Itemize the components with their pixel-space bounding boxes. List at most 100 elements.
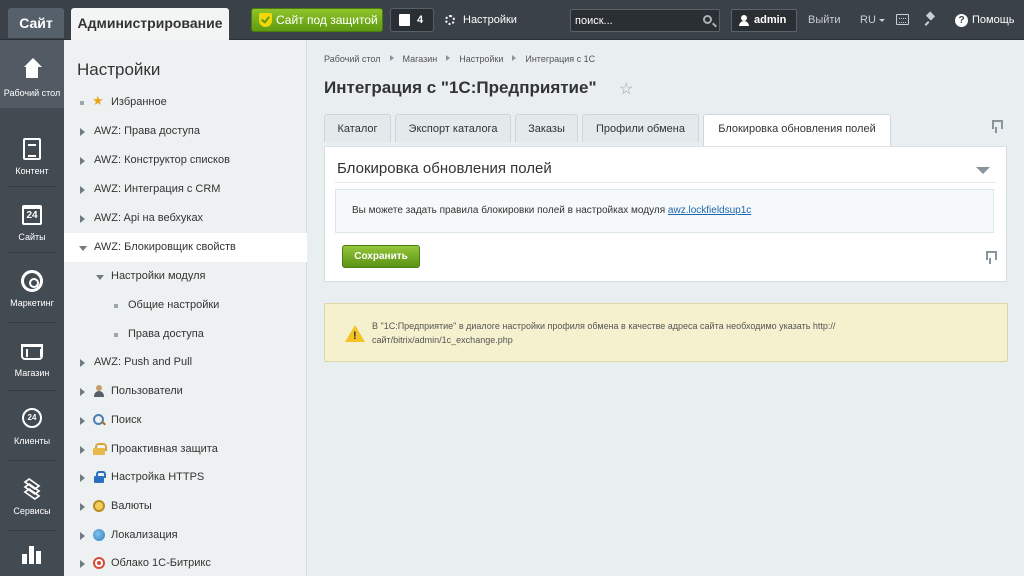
notifications-button[interactable]: 4 <box>390 8 434 32</box>
tree-item-module-settings[interactable]: Настройки модуля <box>64 262 307 291</box>
tree-item-label: Настройки модуля <box>111 270 206 282</box>
chevron-right-icon[interactable] <box>80 446 85 454</box>
tree-item-localization[interactable]: Локализация <box>64 521 307 550</box>
tree-item-label: Поиск <box>111 414 142 426</box>
user-icon <box>93 385 105 397</box>
pin-icon[interactable] <box>926 13 935 26</box>
pin-icon[interactable] <box>991 120 1003 133</box>
chevron-right-icon[interactable] <box>80 532 85 540</box>
chevron-down-icon[interactable] <box>79 246 87 251</box>
main-content: Рабочий стол Магазин Настройки Интеграция с… <box>308 40 1024 576</box>
cloud-icon <box>93 557 105 569</box>
tree-item-general-settings[interactable]: Общие настройки <box>64 291 307 320</box>
chevron-right-icon[interactable] <box>80 359 85 367</box>
chevron-right-icon[interactable] <box>80 388 85 396</box>
tree-item-proactive-protection[interactable]: Проактивная защита <box>64 435 307 464</box>
tree-item-awz-lists[interactable]: AWZ: Конструктор списков <box>64 146 307 175</box>
collapse-icon[interactable] <box>976 167 990 174</box>
warning-text-line1: В "1С:Предприятие" в диалоге настройки п… <box>372 321 836 331</box>
chevron-right-icon[interactable] <box>80 503 85 511</box>
rail-item-label: Магазин <box>14 368 50 378</box>
tree-item-label: Общие настройки <box>128 299 220 311</box>
favorite-star-icon[interactable]: ☆ <box>619 79 633 99</box>
settings-button[interactable]: Настройки <box>444 8 517 32</box>
target-icon <box>21 270 43 292</box>
tree-item-favorites[interactable]: ★ Избранное <box>64 88 307 117</box>
document-icon <box>23 138 41 160</box>
chevron-right-icon[interactable] <box>80 215 85 223</box>
rail-item-shop[interactable]: Магазин <box>0 326 64 394</box>
chevron-down-icon[interactable] <box>96 275 104 280</box>
tree-item-awz-push[interactable]: AWZ: Push and Pull <box>64 348 307 377</box>
rail-divider <box>8 186 56 187</box>
tab-field-lock[interactable]: Блокировка обновления полей <box>703 114 891 147</box>
rail-item-clients[interactable]: 24 Клиенты <box>0 394 64 462</box>
layers-icon <box>21 478 43 500</box>
rail-item-sites[interactable]: 24 Сайты <box>0 190 64 258</box>
clients-icon: 24 <box>22 408 42 428</box>
rail-divider <box>8 390 56 391</box>
tab-orders[interactable]: Заказы <box>515 114 578 142</box>
rail-item-analytics[interactable] <box>0 534 64 576</box>
tab-exchange-profiles[interactable]: Профили обмена <box>582 114 699 142</box>
breadcrumb-item-shop[interactable]: Магазин <box>403 54 438 64</box>
save-button[interactable]: Сохранить <box>342 245 420 268</box>
logout-link[interactable]: Выйти <box>808 8 841 32</box>
left-rail: Рабочий стол Контент 24 Сайты Маркетинг … <box>0 40 64 576</box>
tree-item-awz-crm[interactable]: AWZ: Интеграция с CRM <box>64 175 307 204</box>
chevron-right-icon[interactable] <box>80 186 85 194</box>
site-protected-button[interactable]: Сайт под защитой <box>251 8 383 32</box>
tree-item-label: AWZ: Блокировщик свойств <box>94 241 236 253</box>
tree-item-access-rights[interactable]: Права доступа <box>64 320 307 349</box>
breadcrumb-item-settings[interactable]: Настройки <box>459 54 503 64</box>
tree-item-currencies[interactable]: Валюты <box>64 492 307 521</box>
warning-icon <box>345 325 365 343</box>
rail-item-content[interactable]: Контент <box>0 124 64 192</box>
site-tab[interactable]: Сайт <box>8 8 64 38</box>
pin-icon[interactable] <box>985 251 997 264</box>
chevron-right-icon[interactable] <box>80 474 85 482</box>
tree-item-label: AWZ: Api на вебхуках <box>94 212 204 224</box>
user-button[interactable]: admin <box>731 9 797 32</box>
chevron-right-icon[interactable] <box>80 128 85 136</box>
tree-item-awz-blocker[interactable]: AWZ: Блокировщик свойств <box>64 233 307 262</box>
tree-item-label: Права доступа <box>128 328 204 340</box>
tree-item-search[interactable]: Поиск <box>64 406 307 435</box>
rail-divider <box>8 252 56 253</box>
breadcrumb-item-desktop[interactable]: Рабочий стол <box>324 54 381 64</box>
module-link[interactable]: awz.lockfieldsup1c <box>668 205 751 216</box>
rail-item-label: Клиенты <box>13 436 51 446</box>
settings-label: Настройки <box>463 14 517 26</box>
bullet-icon <box>114 304 118 308</box>
home-icon <box>23 58 42 80</box>
chevron-right-icon[interactable] <box>80 560 85 568</box>
search-icon[interactable] <box>703 15 712 24</box>
tree-item-label: Облако 1С-Битрикс <box>111 557 211 569</box>
tree-item-https[interactable]: Настройка HTTPS <box>64 463 307 492</box>
tree-item-users[interactable]: Пользователи <box>64 377 307 406</box>
tree-item-cloud[interactable]: Облако 1С-Битрикс <box>64 549 307 576</box>
tree-item-label: Валюты <box>111 500 152 512</box>
field-lock-panel: Блокировка обновления полей Вы можете за… <box>324 146 1007 282</box>
help-button[interactable]: ? Помощь <box>955 8 1015 32</box>
tree-title: Настройки <box>77 60 161 79</box>
admin-tab[interactable]: Администрирование <box>71 8 229 40</box>
rail-item-services[interactable]: Сервисы <box>0 464 64 532</box>
cart-icon <box>21 344 43 360</box>
warning-message: В "1С:Предприятие" в диалоге настройки п… <box>324 303 1008 362</box>
rail-divider <box>8 530 56 531</box>
language-selector[interactable]: RU <box>860 8 885 32</box>
chevron-right-icon[interactable] <box>80 417 85 425</box>
tree-item-awz-access[interactable]: AWZ: Права доступа <box>64 117 307 146</box>
rail-item-desktop[interactable]: Рабочий стол <box>0 40 64 108</box>
chevron-right-icon[interactable] <box>80 157 85 165</box>
tree-item-awz-api[interactable]: AWZ: Api на вебхуках <box>64 204 307 233</box>
gear-icon <box>445 15 455 25</box>
search-input[interactable] <box>575 13 695 29</box>
rail-item-marketing[interactable]: Маркетинг <box>0 256 64 324</box>
breadcrumb-item-1c[interactable]: Интеграция с 1С <box>525 54 595 64</box>
keyboard-icon[interactable] <box>896 14 909 25</box>
site-protected-label: Сайт под защитой <box>276 13 378 27</box>
tab-catalog-export[interactable]: Экспорт каталога <box>395 114 511 142</box>
tab-catalog[interactable]: Каталог <box>324 114 391 142</box>
